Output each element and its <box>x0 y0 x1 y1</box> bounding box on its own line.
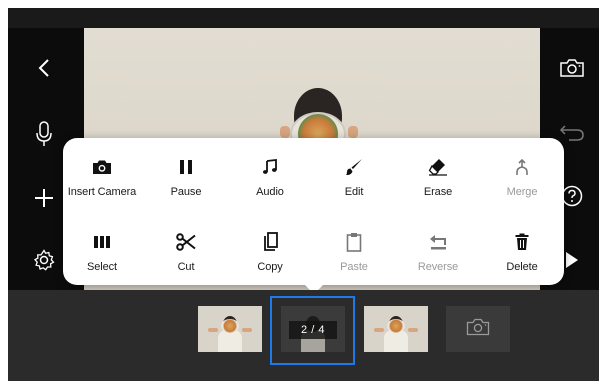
menu-label-edit: Edit <box>344 186 364 198</box>
menu-item-select[interactable]: Select <box>60 230 144 290</box>
microphone-icon <box>35 121 53 147</box>
select-bars-icon <box>90 230 114 254</box>
help-icon <box>561 185 583 207</box>
clip-position-badge: 2 / 4 <box>289 321 337 339</box>
clip-plate <box>387 319 405 333</box>
menu-label-erase: Erase <box>423 186 453 198</box>
scissors-icon <box>174 230 198 254</box>
menu-label-paste: Paste <box>340 261 368 273</box>
brush-icon <box>342 155 366 179</box>
clip-timeline: 2 / 4 <box>8 290 599 381</box>
menu-label-cut: Cut <box>177 261 195 273</box>
clip-arm <box>408 328 418 332</box>
plus-icon <box>34 188 54 208</box>
chevron-left-icon <box>37 58 51 78</box>
menu-label-audio: Audio <box>256 186 284 198</box>
menu-item-delete[interactable]: Delete <box>480 230 564 290</box>
camera-icon <box>466 318 490 341</box>
menu-label-reverse: Reverse <box>417 261 459 273</box>
menu-item-edit[interactable]: Edit <box>312 155 396 215</box>
clipboard-icon <box>342 230 366 254</box>
undo-icon <box>559 123 585 141</box>
reverse-icon <box>426 230 450 254</box>
menu-label-copy: Copy <box>257 261 283 273</box>
menu-item-audio[interactable]: Audio <box>228 155 312 215</box>
menu-label-merge: Merge <box>506 186 538 198</box>
menu-label-select: Select <box>87 261 117 273</box>
menu-item-erase[interactable]: Erase <box>396 155 480 215</box>
back-button[interactable] <box>24 48 64 88</box>
menu-label-insert-camera: Insert Camera <box>67 186 137 198</box>
app-window: Insert Camera Pause Audio Edit Erase Mer… <box>8 8 599 381</box>
menu-item-merge[interactable]: Merge <box>480 155 564 215</box>
add-shot-button[interactable] <box>446 306 510 352</box>
pause-icon <box>174 155 198 179</box>
menu-label-pause: Pause <box>170 186 202 198</box>
eraser-icon <box>426 155 450 179</box>
menu-item-copy[interactable]: Copy <box>228 230 312 290</box>
preview-right-hand <box>348 126 358 138</box>
menu-item-reverse[interactable]: Reverse <box>396 230 480 290</box>
clip-person-body <box>384 330 408 352</box>
menu-item-pause[interactable]: Pause <box>144 155 228 215</box>
music-note-icon <box>258 155 282 179</box>
menu-item-insert-camera[interactable]: Insert Camera <box>60 155 144 215</box>
clip-arm <box>242 328 252 332</box>
add-button[interactable] <box>24 178 64 218</box>
clip-plate <box>221 319 239 333</box>
merge-icon <box>510 155 534 179</box>
clip-arm <box>374 328 384 332</box>
clip-person-body <box>218 330 242 352</box>
preview-left-hand <box>280 126 290 138</box>
gear-icon <box>33 249 55 271</box>
menu-item-cut[interactable]: Cut <box>144 230 228 290</box>
camera-button[interactable] <box>552 48 592 88</box>
status-bar <box>8 8 599 28</box>
menu-label-delete: Delete <box>506 261 538 273</box>
settings-button[interactable] <box>24 240 64 280</box>
copy-icon <box>258 230 282 254</box>
clip-thumbnail-1[interactable] <box>198 306 262 352</box>
trash-icon <box>510 230 534 254</box>
clip-arm <box>208 328 218 332</box>
edit-menu-popup: Insert Camera Pause Audio Edit Erase Mer… <box>63 138 564 285</box>
camera-icon <box>559 58 585 78</box>
microphone-button[interactable] <box>24 114 64 154</box>
clip-thumbnail-3[interactable] <box>364 306 428 352</box>
menu-item-paste[interactable]: Paste <box>312 230 396 290</box>
play-icon <box>565 251 579 269</box>
camera-icon <box>90 155 114 179</box>
